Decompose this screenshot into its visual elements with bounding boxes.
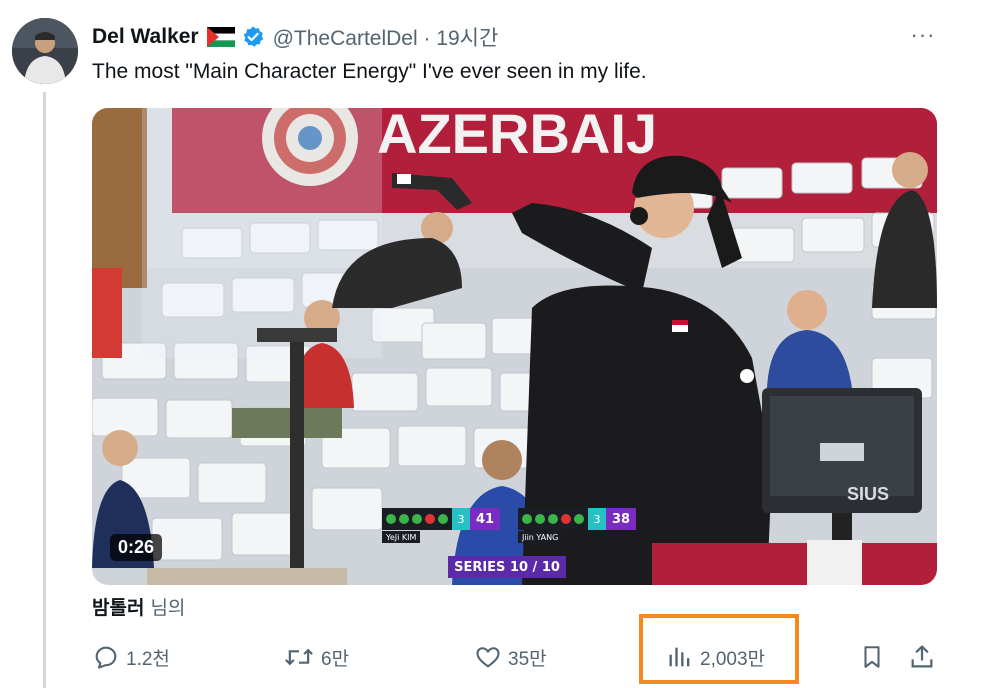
tweet-video[interactable]: AZERBAIJ SIUS 0:26 3 41 3 38 YeJi KIM Ji… (92, 108, 937, 585)
series-label: SERIES 10 / 10 (448, 556, 566, 578)
translation-note: 밤톨러 님의 (92, 593, 185, 620)
left-shot-dots (382, 508, 452, 530)
like-count: 35만 (508, 648, 547, 670)
video-duration: 0:26 (110, 534, 163, 561)
tweet-header: Del Walker @TheCartelDel · 19시간 (92, 22, 498, 52)
retweet-icon (285, 648, 313, 666)
like-button[interactable]: 35만 (474, 640, 547, 674)
flag-icon (206, 27, 235, 47)
share-icon (911, 645, 933, 668)
reply-count: 1.2천 (126, 648, 170, 670)
left-score: 41 (470, 508, 500, 530)
left-rank: 3 (452, 508, 470, 530)
reply-button[interactable]: 1.2천 (92, 640, 170, 674)
scoreboard: 3 41 3 38 YeJi KIM Jiin YANG (382, 508, 648, 546)
like-icon (476, 647, 500, 668)
share-button[interactable] (905, 640, 939, 674)
author-name[interactable]: Del Walker (92, 25, 199, 49)
verified-icon (241, 25, 265, 49)
banner-text: AZERBAIJ (377, 108, 657, 165)
avatar-image (12, 18, 78, 84)
views-highlight-box (639, 614, 799, 684)
translation-author[interactable]: 밤톨러 (92, 598, 144, 619)
author-avatar[interactable] (12, 18, 78, 84)
left-athlete-name: YeJi KIM (382, 531, 421, 543)
monitor-brand: SIUS (847, 484, 889, 504)
right-score: 38 (606, 508, 636, 530)
translation-suffix: 님의 (150, 598, 186, 619)
retweet-count: 6만 (321, 648, 350, 670)
right-athlete-name: Jiin YANG (518, 531, 563, 543)
author-handle-time[interactable]: @TheCartelDel · 19시간 (273, 22, 499, 52)
retweet-button[interactable]: 6만 (283, 640, 349, 674)
right-rank: 3 (588, 508, 606, 530)
thread-line (43, 92, 46, 688)
more-icon[interactable]: ··· (906, 20, 940, 50)
reply-icon (95, 646, 117, 669)
tweet-text: The most "Main Character Energy" I've ev… (92, 60, 647, 83)
right-shot-dots (518, 508, 588, 530)
bookmark-icon (864, 646, 880, 668)
bookmark-button[interactable] (855, 640, 889, 674)
